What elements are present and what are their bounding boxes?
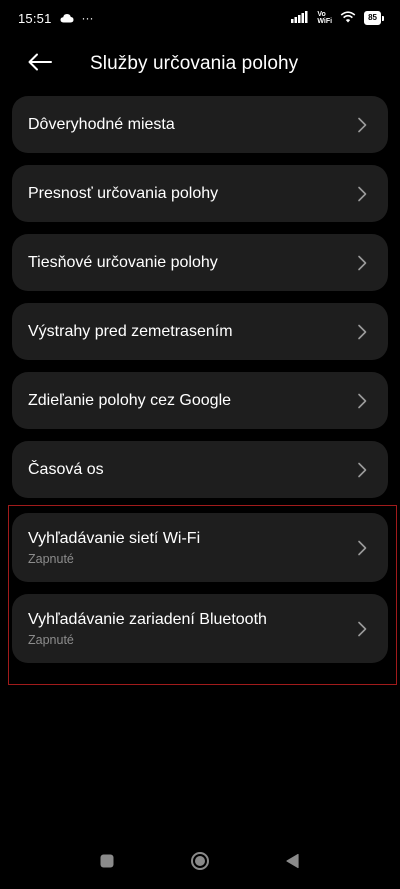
status-time: 15:51 [18,10,52,26]
signal-icon [291,10,309,26]
home-button[interactable] [180,843,220,883]
vowifi-bottom: WiFi [317,18,333,25]
circle-icon [190,851,210,876]
item-google-location-sharing[interactable]: Zdieľanie polohy cez Google [12,372,388,429]
item-wifi-scanning[interactable]: Vyhľadávanie sietí Wi-Fi Zapnuté [12,513,388,582]
wifi-icon [340,10,356,26]
battery-level: 85 [364,11,381,25]
item-location-accuracy[interactable]: Presnosť určovania polohy [12,165,388,222]
item-trusted-places[interactable]: Dôveryhodné miesta [12,96,388,153]
item-subtitle: Zapnuté [28,551,74,566]
recent-apps-button[interactable] [87,843,127,883]
vowifi-top: Vo [317,11,326,18]
chevron-right-icon [348,249,376,277]
item-text: Vyhľadávanie sietí Wi-Fi Zapnuté [28,530,348,566]
battery-indicator: 85 [364,11,384,25]
status-right: Vo WiFi 85 [291,10,384,26]
vowifi-indicator: Vo WiFi [317,11,332,25]
item-title: Vyhľadávanie sietí Wi-Fi [28,529,201,547]
item-title: Dôveryhodné miesta [28,115,175,133]
cloud-icon [60,11,74,26]
item-emergency-location[interactable]: Tiesňové určovanie polohy [12,234,388,291]
page-title: Služby určovania polohy [90,53,299,74]
status-bar: 15:51 ··· Vo WiFi 85 [0,0,400,36]
more-notifications-icon: ··· [81,11,94,25]
item-text: Presnosť určovania polohy [28,185,348,203]
item-text: Tiesňové určovanie polohy [28,254,348,272]
settings-list: Dôveryhodné miesta Presnosť určovania po… [12,96,388,675]
navigation-bar [0,837,400,889]
back-button[interactable] [16,40,64,88]
nav-back-button[interactable] [273,843,313,883]
item-earthquake-alerts[interactable]: Výstrahy pred zemetrasením [12,303,388,360]
item-timeline[interactable]: Časová os [12,441,388,498]
item-title: Výstrahy pred zemetrasením [28,322,233,340]
item-title: Zdieľanie polohy cez Google [28,391,232,409]
item-title: Presnosť určovania polohy [28,184,219,202]
chevron-right-icon [348,318,376,346]
chevron-right-icon [348,387,376,415]
arrow-left-icon [28,53,52,76]
item-title: Časová os [28,460,104,478]
item-text: Časová os [28,461,348,479]
item-text: Vyhľadávanie zariadení Bluetooth Zapnuté [28,611,348,647]
screen: 15:51 ··· Vo WiFi 85 Služby určovania po… [0,0,400,889]
battery-tip [382,15,384,21]
item-bluetooth-scanning[interactable]: Vyhľadávanie zariadení Bluetooth Zapnuté [12,594,388,663]
item-text: Dôveryhodné miesta [28,116,348,134]
item-text: Výstrahy pred zemetrasením [28,323,348,341]
chevron-right-icon [348,456,376,484]
chevron-right-icon [348,111,376,139]
chevron-right-icon [348,534,376,562]
item-title: Tiesňové určovanie polohy [28,253,218,271]
item-subtitle: Zapnuté [28,632,74,647]
chevron-right-icon [348,180,376,208]
chevron-right-icon [348,615,376,643]
item-text: Zdieľanie polohy cez Google [28,392,348,410]
header: Služby určovania polohy [0,38,400,90]
square-icon [99,853,115,874]
triangle-icon [285,853,301,874]
item-title: Vyhľadávanie zariadení Bluetooth [28,610,267,628]
status-left: 15:51 ··· [18,11,94,26]
